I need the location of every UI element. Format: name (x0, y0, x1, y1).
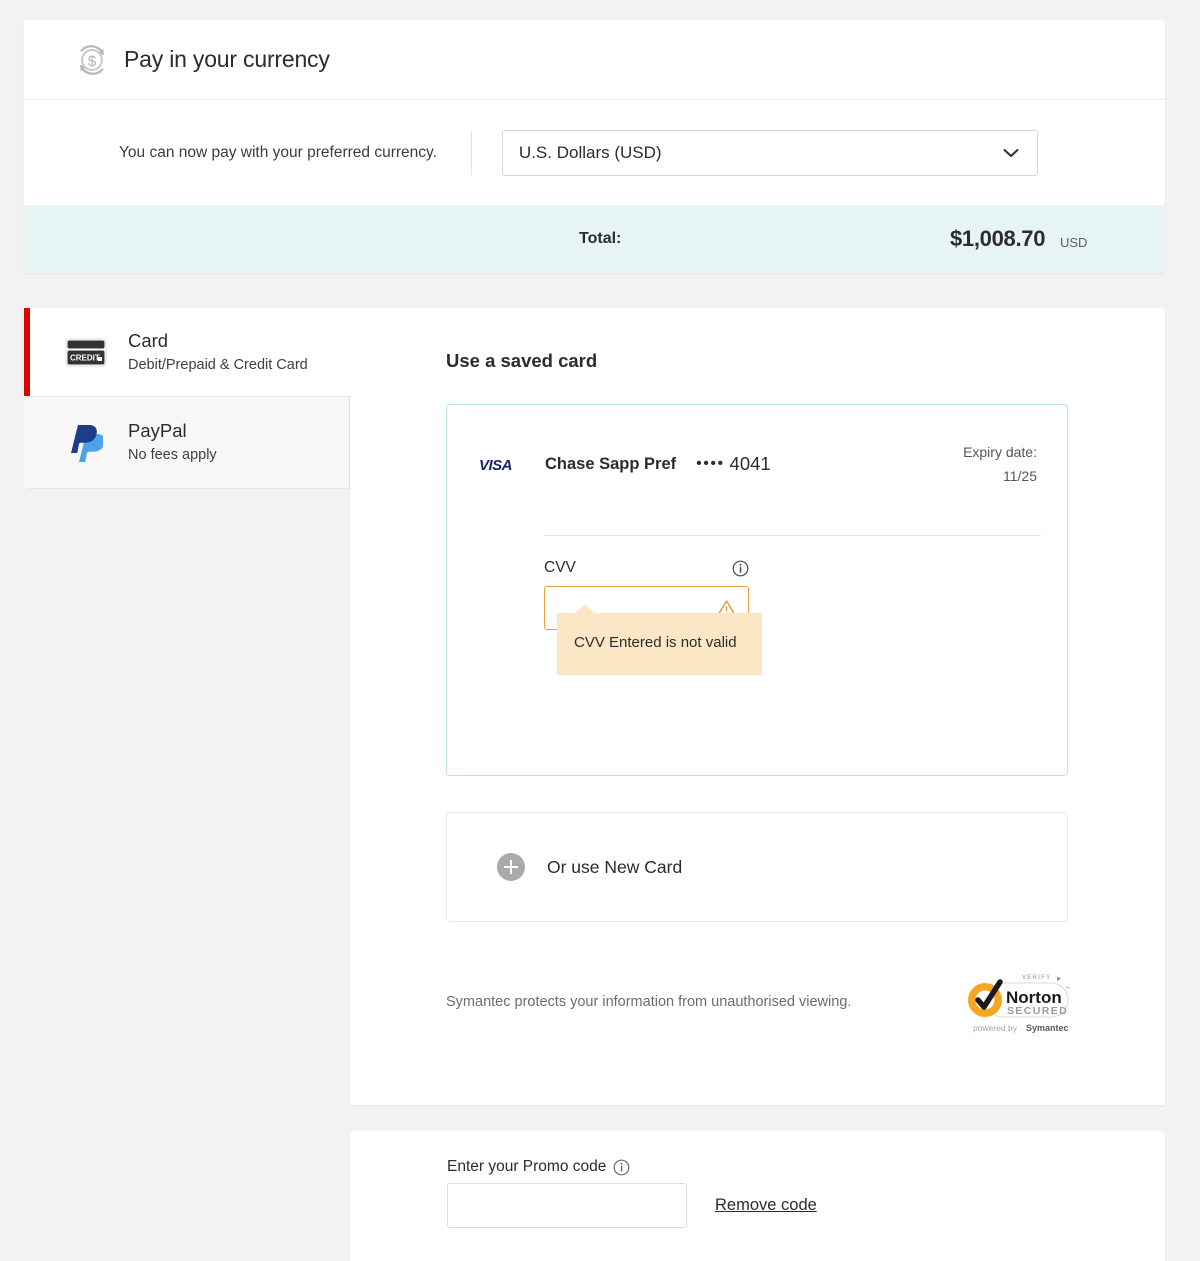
payment-method-paypal-title: PayPal (128, 420, 187, 442)
svg-text:SECURED: SECURED (1007, 1005, 1068, 1017)
security-row: Symantec protects your information from … (446, 968, 1070, 1036)
payment-method-card-text: Card Debit/Prepaid & Credit Card (128, 328, 308, 377)
svg-text:VISA: VISA (479, 457, 512, 473)
total-label: Total: (579, 230, 622, 247)
plus-circle-icon (497, 853, 525, 881)
svg-text:™: ™ (1065, 986, 1070, 992)
remove-code-link[interactable]: Remove code (715, 1196, 817, 1215)
currency-selector-row: You can now pay with your preferred curr… (24, 100, 1165, 205)
cvv-label-row: CVV (544, 559, 749, 577)
cvv-error-tooltip: CVV Entered is not valid (557, 604, 762, 675)
page-title: Pay in your currency (124, 46, 330, 72)
total-currency-code: USD (1060, 235, 1088, 250)
card-payment-panel: Use a saved card VISA Chase Sapp Pref ••… (350, 308, 1165, 1105)
total-row: Total: $1,008.70 USD (24, 205, 1165, 273)
use-new-card-button[interactable]: Or use New Card (446, 812, 1068, 922)
credit-card-icon: CREDIT (64, 338, 108, 367)
currency-note: You can now pay with your preferred curr… (119, 130, 472, 175)
currency-refresh-icon: $ (79, 44, 105, 75)
norton-secured-badge: VERIFY Norton ™ SECURED powered by Syman… (968, 975, 1070, 1033)
currency-select-value: U.S. Dollars (USD) (518, 142, 662, 162)
svg-text:$: $ (88, 53, 97, 70)
pay-in-your-currency-card: $ Pay in your currency You can now pay w… (24, 20, 1165, 273)
saved-card-heading: Use a saved card (446, 350, 598, 371)
total-amount: $1,008.70 (950, 226, 1046, 251)
saved-card-expiry: Expiry date: 11/25 (963, 440, 1037, 489)
info-circle-icon[interactable] (732, 560, 749, 577)
visa-logo-icon: VISA (479, 457, 513, 473)
saved-card-expiry-label: Expiry date: (963, 443, 1037, 460)
paypal-icon (64, 423, 108, 463)
cvv-label: CVV (544, 559, 576, 576)
use-new-card-label: Or use New Card (547, 856, 683, 877)
symantec-text: Symantec protects your information from … (446, 994, 852, 1010)
saved-card-expiry-value: 11/25 (1003, 468, 1037, 484)
info-circle-icon[interactable] (613, 1159, 630, 1176)
chevron-down-icon (1003, 148, 1019, 157)
saved-card-mask: •••• (696, 455, 725, 472)
saved-card-divider (544, 535, 1041, 536)
saved-card-tile[interactable]: VISA Chase Sapp Pref •••• 4041 Expiry da… (446, 404, 1068, 776)
svg-text:Symantec: Symantec (1026, 1023, 1069, 1033)
payment-method-card[interactable]: CREDIT Card Debit/Prepaid & Credit Card (24, 308, 350, 396)
cvv-block: CVV CVV Entered is not valid (544, 559, 762, 675)
svg-text:CREDIT: CREDIT (70, 353, 100, 362)
promo-code-panel: Enter your Promo code Remove code (350, 1131, 1165, 1261)
svg-text:VERIFY: VERIFY (1022, 975, 1051, 981)
payment-method-paypal[interactable]: PayPal No fees apply (24, 396, 350, 489)
payment-method-paypal-subtitle: No fees apply (128, 447, 217, 464)
payment-method-card-title: Card (128, 329, 169, 351)
currency-select[interactable]: U.S. Dollars (USD) (501, 129, 1038, 176)
saved-card-name: Chase Sapp Pref (545, 454, 677, 473)
currency-card-header: $ Pay in your currency (24, 20, 1165, 100)
saved-card-summary-row: VISA Chase Sapp Pref •••• 4041 Expiry da… (447, 405, 1067, 523)
payment-methods-list: CREDIT Card Debit/Prepaid & Credit Card … (24, 308, 350, 489)
promo-label-row: Enter your Promo code (447, 1158, 630, 1176)
promo-label: Enter your Promo code (447, 1158, 607, 1175)
checkout-page: $ Pay in your currency You can now pay w… (0, 0, 1200, 1261)
saved-card-last4: 4041 (729, 453, 771, 474)
payment-method-paypal-text: PayPal No fees apply (128, 418, 217, 467)
promo-code-input[interactable] (447, 1183, 687, 1228)
payment-method-card-subtitle: Debit/Prepaid & Credit Card (128, 356, 308, 373)
svg-text:powered by: powered by (973, 1023, 1018, 1033)
